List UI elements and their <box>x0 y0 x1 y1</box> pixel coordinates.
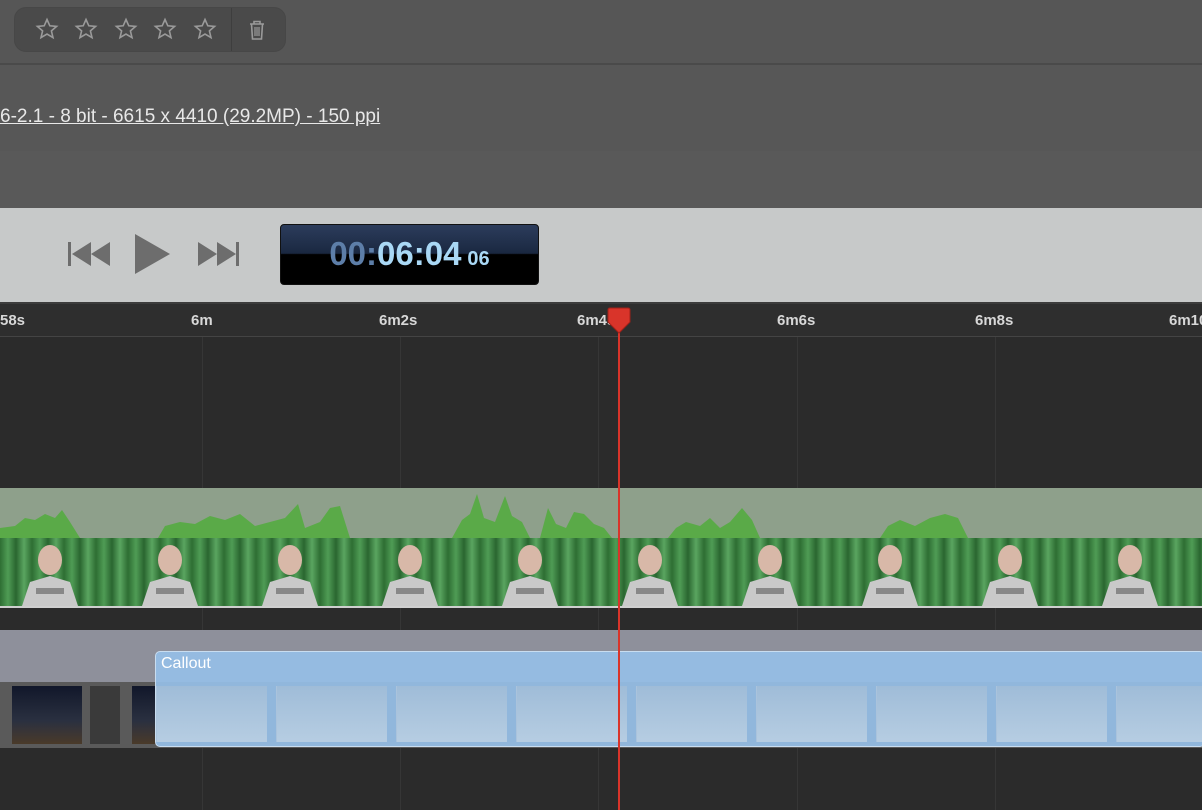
callout-frame <box>156 686 267 742</box>
transport-bar <box>0 208 1202 302</box>
ruler-tick-label: 6m2s <box>379 312 418 329</box>
video-thumbnail <box>142 545 198 606</box>
playhead-line[interactable] <box>618 322 620 810</box>
timeline-ruler[interactable]: 58s 6m 6m2s 6m4s 6m6s 6m8s 6m10s <box>0 302 1202 337</box>
rating-divider <box>231 8 232 51</box>
video-thumbnail <box>262 545 318 606</box>
star-icon-3[interactable] <box>114 17 138 41</box>
callout-frame <box>396 686 507 742</box>
video-clip[interactable] <box>0 488 1202 607</box>
callout-clip-label: Callout <box>161 655 211 672</box>
timecode-main: 06:04 <box>377 235 462 272</box>
timecode-hours: 00: <box>329 235 378 272</box>
ruler-tick-label: 6m10s <box>1169 312 1202 329</box>
callout-frame <box>636 686 747 742</box>
callout-frame <box>516 686 627 742</box>
play-button[interactable] <box>132 232 172 276</box>
image-info-link[interactable]: 6-2.1 - 8 bit - 6615 x 4410 (29.2MP) - 1… <box>0 106 380 128</box>
fast-forward-button[interactable] <box>194 238 242 270</box>
ruler-tick-label: 6m6s <box>777 312 816 329</box>
audio-waveform <box>0 488 1202 538</box>
video-thumbnail <box>982 545 1038 606</box>
playhead-marker-icon <box>607 307 631 334</box>
overlay-thumbnail <box>12 686 82 744</box>
star-icon-2[interactable] <box>74 17 98 41</box>
callout-frame <box>996 686 1107 742</box>
ruler-tick-label: 6m <box>191 312 213 329</box>
rating-bar <box>14 7 286 52</box>
rewind-button[interactable] <box>66 238 114 270</box>
star-icon-5[interactable] <box>193 17 217 41</box>
video-thumbnail <box>22 545 78 606</box>
info-panel-lower <box>0 151 1202 208</box>
callout-frame <box>756 686 867 742</box>
ruler-tick-label: 58s <box>0 312 26 329</box>
ruler-tick-label: 6m8s <box>975 312 1014 329</box>
video-thumbnail <box>742 545 798 606</box>
overlay-thumbnail <box>132 686 156 744</box>
clip-border <box>0 606 1202 608</box>
callout-clip[interactable]: Callout <box>155 651 1202 747</box>
overlay-thumbnail <box>90 686 120 744</box>
video-frames <box>0 538 1202 606</box>
fast-forward-icon <box>198 242 239 266</box>
rewind-icon <box>68 242 110 266</box>
playhead-handle[interactable] <box>607 306 631 334</box>
timecode-display: 00:06:04 06 <box>280 224 539 285</box>
video-thumbnail <box>382 545 438 606</box>
star-icon-1[interactable] <box>35 17 59 41</box>
callout-frame <box>276 686 387 742</box>
play-icon <box>135 234 170 274</box>
callout-frames <box>156 682 1202 746</box>
empty-track <box>0 337 1202 487</box>
video-thumbnail <box>502 545 558 606</box>
callout-frame <box>876 686 987 742</box>
star-icon-4[interactable] <box>153 17 177 41</box>
video-thumbnail <box>1102 545 1158 606</box>
callout-frame <box>1116 686 1202 742</box>
timecode-frames: 06 <box>467 248 490 270</box>
trash-icon[interactable] <box>245 18 269 42</box>
video-thumbnail <box>862 545 918 606</box>
